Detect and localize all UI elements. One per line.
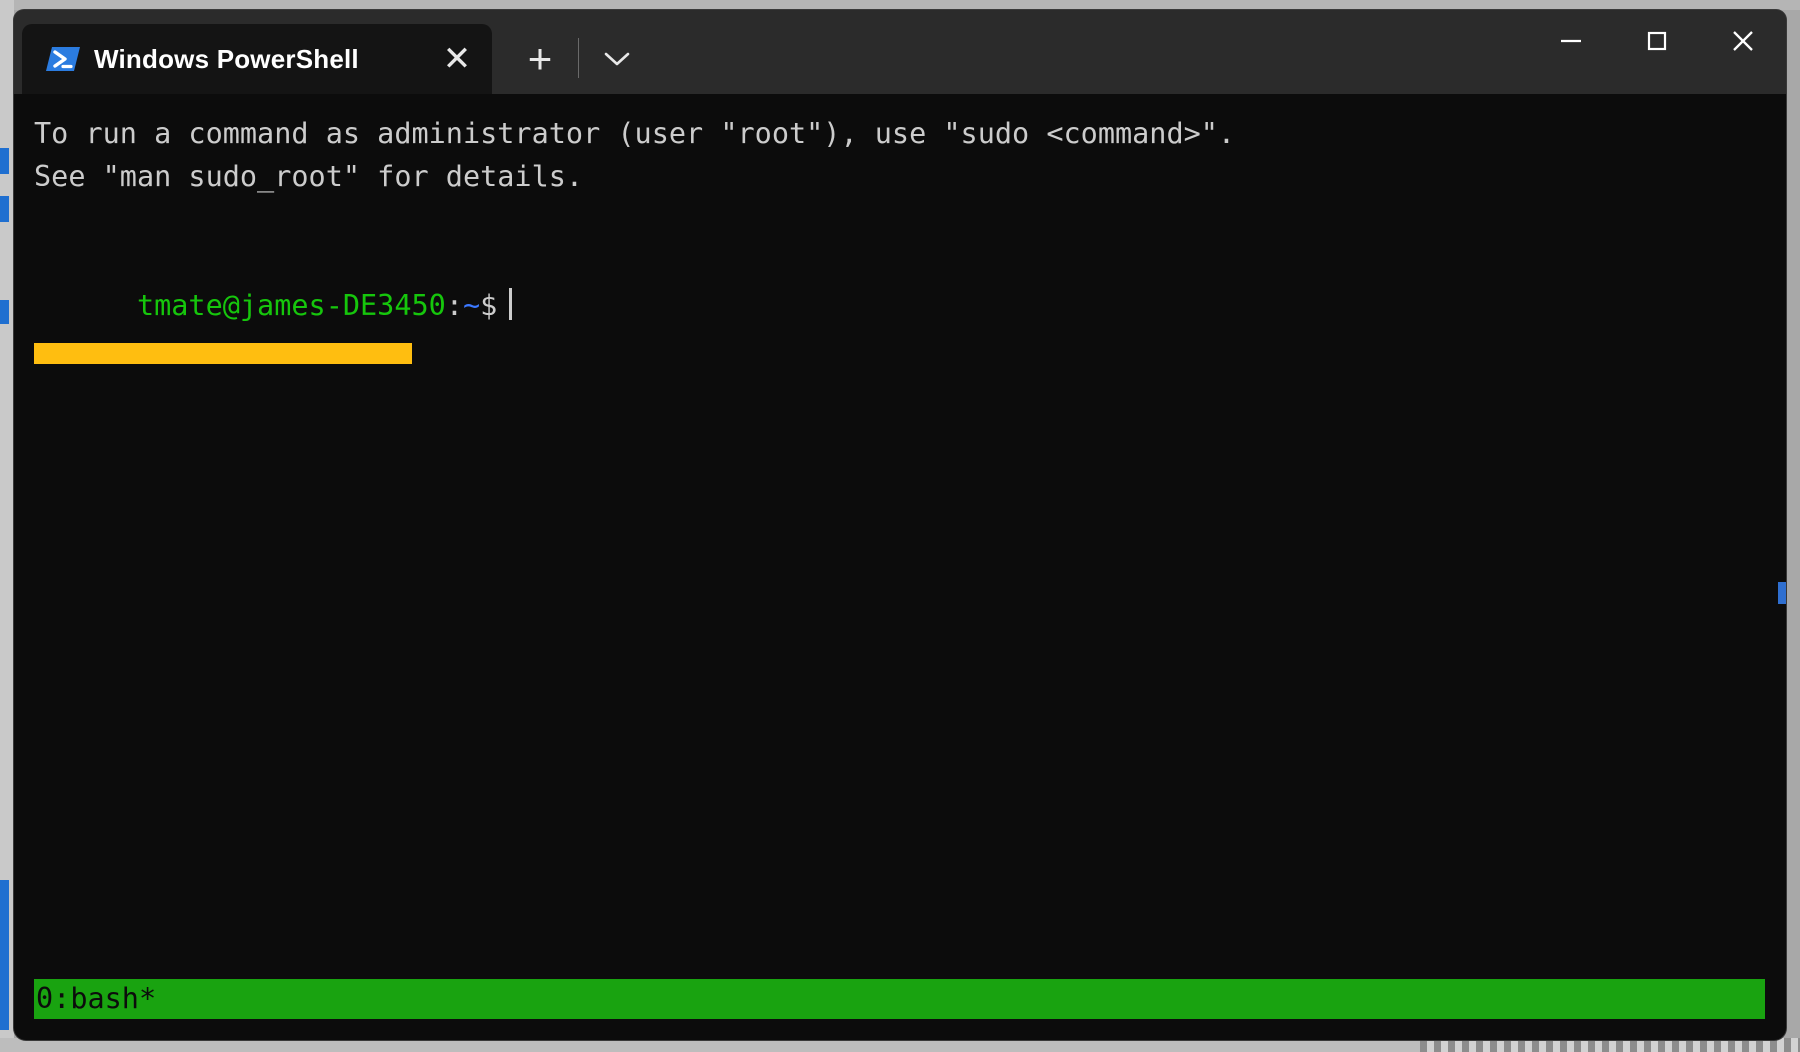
prompt-symbol: $: [480, 289, 498, 322]
scrollbar-thumb[interactable]: [1778, 582, 1786, 604]
backdrop-accent-mark: [0, 148, 9, 174]
window-controls: [1528, 10, 1786, 94]
terminal-scrollbar[interactable]: [1778, 94, 1786, 1040]
backdrop-top-strip: [0, 0, 1800, 10]
terminal-line: To run a command as administrator (user …: [34, 117, 1236, 150]
tab-windows-powershell[interactable]: Windows PowerShell ✕: [22, 24, 492, 94]
prompt-path: ~: [462, 289, 481, 322]
terminal-line: See "man sudo_root" for details.: [34, 160, 584, 193]
tmate-status-bar: 0:bash*: [34, 979, 1765, 1019]
minimize-button[interactable]: [1528, 10, 1614, 72]
backdrop-accent-mark: [0, 880, 9, 1030]
prompt-separator: :: [445, 289, 463, 322]
tab-strip: Windows PowerShell ✕ +: [14, 10, 645, 94]
tab-bar: Windows PowerShell ✕ +: [14, 10, 1786, 94]
terminal-cursor: [509, 288, 513, 320]
tab-title: Windows PowerShell: [94, 43, 359, 74]
backdrop-bottom-dashes: [1420, 1038, 1800, 1052]
tab-bar-separator: [578, 38, 579, 78]
powershell-icon: [46, 42, 80, 76]
terminal-output-area[interactable]: To run a command as administrator (user …: [14, 94, 1786, 1040]
backdrop-accent-mark: [0, 196, 9, 222]
close-button[interactable]: [1700, 10, 1786, 72]
backdrop-accent-mark: [0, 300, 9, 324]
prompt-user-host: tmate@james-DE3450: [136, 289, 446, 322]
chevron-down-icon[interactable]: [589, 30, 645, 88]
new-tab-button[interactable]: +: [512, 30, 568, 88]
tab-close-icon[interactable]: ✕: [428, 30, 486, 88]
selection-highlight-bar: [34, 343, 412, 364]
terminal-window: Windows PowerShell ✕ + To run a command …: [14, 10, 1786, 1040]
maximize-button[interactable]: [1614, 10, 1700, 72]
